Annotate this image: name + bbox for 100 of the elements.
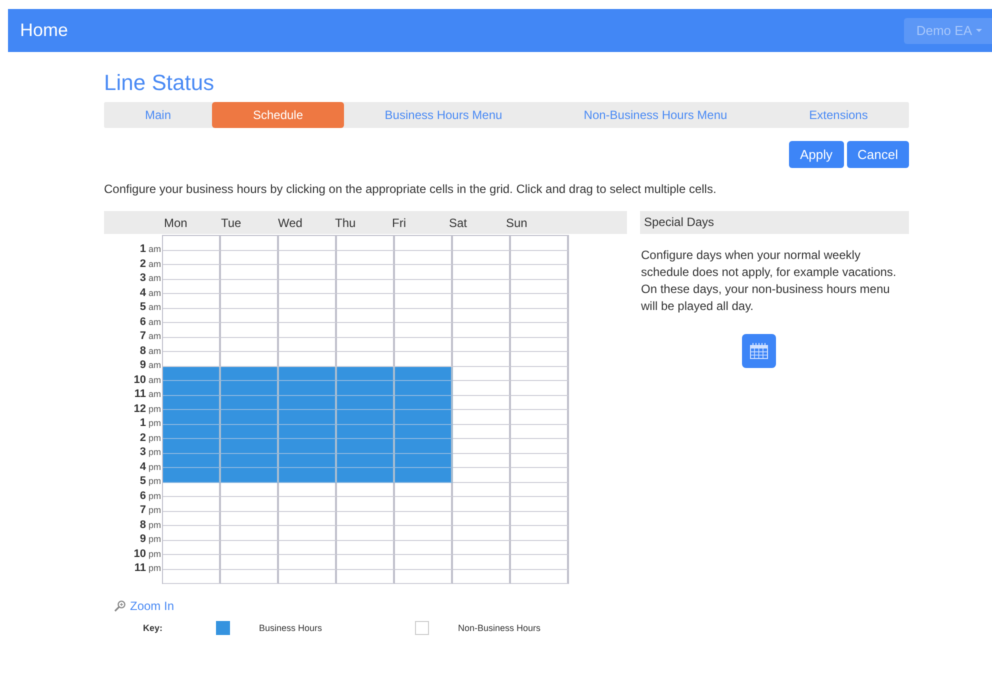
schedule-cell[interactable]	[337, 323, 395, 338]
schedule-cell[interactable]	[163, 323, 221, 338]
tab[interactable]: Extensions	[768, 102, 909, 128]
schedule-cell[interactable]	[221, 555, 279, 570]
schedule-cell[interactable]	[221, 512, 279, 526]
schedule-cell[interactable]	[337, 540, 395, 555]
tab[interactable]: Main	[104, 102, 212, 128]
schedule-cell[interactable]	[163, 338, 221, 352]
schedule-cell[interactable]	[221, 526, 279, 540]
schedule-cell[interactable]	[395, 308, 453, 323]
schedule-cell[interactable]	[163, 454, 221, 468]
schedule-cell[interactable]	[337, 482, 395, 497]
schedule-cell[interactable]	[511, 338, 569, 352]
schedule-cell[interactable]	[163, 410, 221, 424]
schedule-cell[interactable]	[221, 439, 279, 454]
schedule-cell[interactable]	[279, 512, 337, 526]
schedule-cell[interactable]	[511, 468, 569, 482]
schedule-cell[interactable]	[163, 424, 221, 439]
schedule-cell[interactable]	[163, 265, 221, 280]
schedule-cell[interactable]	[511, 540, 569, 555]
schedule-cell[interactable]	[511, 265, 569, 280]
schedule-cell[interactable]	[337, 352, 395, 366]
schedule-cell[interactable]	[453, 323, 511, 338]
schedule-cell[interactable]	[337, 308, 395, 323]
schedule-cell[interactable]	[395, 250, 453, 265]
schedule-cell[interactable]	[163, 540, 221, 555]
schedule-cell[interactable]	[279, 497, 337, 512]
schedule-cell[interactable]	[163, 250, 221, 265]
schedule-cell[interactable]	[337, 265, 395, 280]
schedule-cell[interactable]	[279, 280, 337, 294]
schedule-cell[interactable]	[221, 323, 279, 338]
schedule-cell[interactable]	[163, 512, 221, 526]
schedule-cell[interactable]	[221, 308, 279, 323]
schedule-cell[interactable]	[279, 482, 337, 497]
schedule-cell[interactable]	[453, 396, 511, 410]
schedule-cell[interactable]	[511, 280, 569, 294]
zoom-in-link[interactable]: Zoom In	[114, 599, 174, 613]
schedule-cell[interactable]	[337, 468, 395, 482]
schedule-cell[interactable]	[163, 280, 221, 294]
schedule-cell[interactable]	[511, 424, 569, 439]
schedule-cell[interactable]	[453, 352, 511, 366]
schedule-cell[interactable]	[453, 570, 511, 584]
schedule-cell[interactable]	[163, 497, 221, 512]
schedule-cell[interactable]	[221, 454, 279, 468]
schedule-cell[interactable]	[395, 366, 453, 381]
schedule-cell[interactable]	[395, 555, 453, 570]
schedule-cell[interactable]	[163, 482, 221, 497]
schedule-cell[interactable]	[453, 236, 511, 250]
schedule-cell[interactable]	[395, 512, 453, 526]
schedule-cell[interactable]	[453, 454, 511, 468]
schedule-cell[interactable]	[511, 308, 569, 323]
schedule-cell[interactable]	[395, 338, 453, 352]
schedule-cell[interactable]	[163, 439, 221, 454]
schedule-cell[interactable]	[453, 308, 511, 323]
schedule-cell[interactable]	[163, 352, 221, 366]
schedule-cell[interactable]	[279, 526, 337, 540]
schedule-cell[interactable]	[163, 308, 221, 323]
schedule-cell[interactable]	[221, 497, 279, 512]
schedule-cell[interactable]	[337, 381, 395, 396]
schedule-cell[interactable]	[163, 236, 221, 250]
schedule-cell[interactable]	[453, 512, 511, 526]
schedule-cell[interactable]	[279, 555, 337, 570]
schedule-cell[interactable]	[337, 454, 395, 468]
schedule-cell[interactable]	[279, 454, 337, 468]
schedule-cell[interactable]	[337, 526, 395, 540]
schedule-cell[interactable]	[511, 555, 569, 570]
schedule-cell[interactable]	[395, 482, 453, 497]
schedule-cell[interactable]	[221, 396, 279, 410]
schedule-cell[interactable]	[163, 555, 221, 570]
schedule-cell[interactable]	[511, 366, 569, 381]
schedule-cell[interactable]	[395, 236, 453, 250]
schedule-cell[interactable]	[395, 352, 453, 366]
schedule-cell[interactable]	[221, 381, 279, 396]
schedule-cell[interactable]	[511, 512, 569, 526]
schedule-cell[interactable]	[279, 236, 337, 250]
schedule-cell[interactable]	[395, 280, 453, 294]
schedule-cell[interactable]	[337, 570, 395, 584]
schedule-cell[interactable]	[221, 366, 279, 381]
schedule-cell[interactable]	[279, 323, 337, 338]
schedule-cell[interactable]	[395, 540, 453, 555]
schedule-cell[interactable]	[221, 265, 279, 280]
schedule-cell[interactable]	[163, 366, 221, 381]
schedule-cell[interactable]	[395, 294, 453, 308]
schedule-cell[interactable]	[453, 497, 511, 512]
schedule-cell[interactable]	[221, 352, 279, 366]
schedule-cell[interactable]	[453, 265, 511, 280]
schedule-cell[interactable]	[337, 424, 395, 439]
schedule-cell[interactable]	[453, 555, 511, 570]
schedule-cell[interactable]	[395, 570, 453, 584]
schedule-cell[interactable]	[221, 540, 279, 555]
schedule-cell[interactable]	[279, 265, 337, 280]
schedule-cell[interactable]	[279, 424, 337, 439]
schedule-cell[interactable]	[453, 338, 511, 352]
schedule-cell[interactable]	[337, 366, 395, 381]
calendar-button[interactable]	[742, 334, 776, 368]
tab[interactable]: Schedule	[212, 102, 344, 128]
schedule-cell[interactable]	[511, 410, 569, 424]
schedule-cell[interactable]	[453, 540, 511, 555]
schedule-cell[interactable]	[163, 526, 221, 540]
schedule-cell[interactable]	[453, 250, 511, 265]
